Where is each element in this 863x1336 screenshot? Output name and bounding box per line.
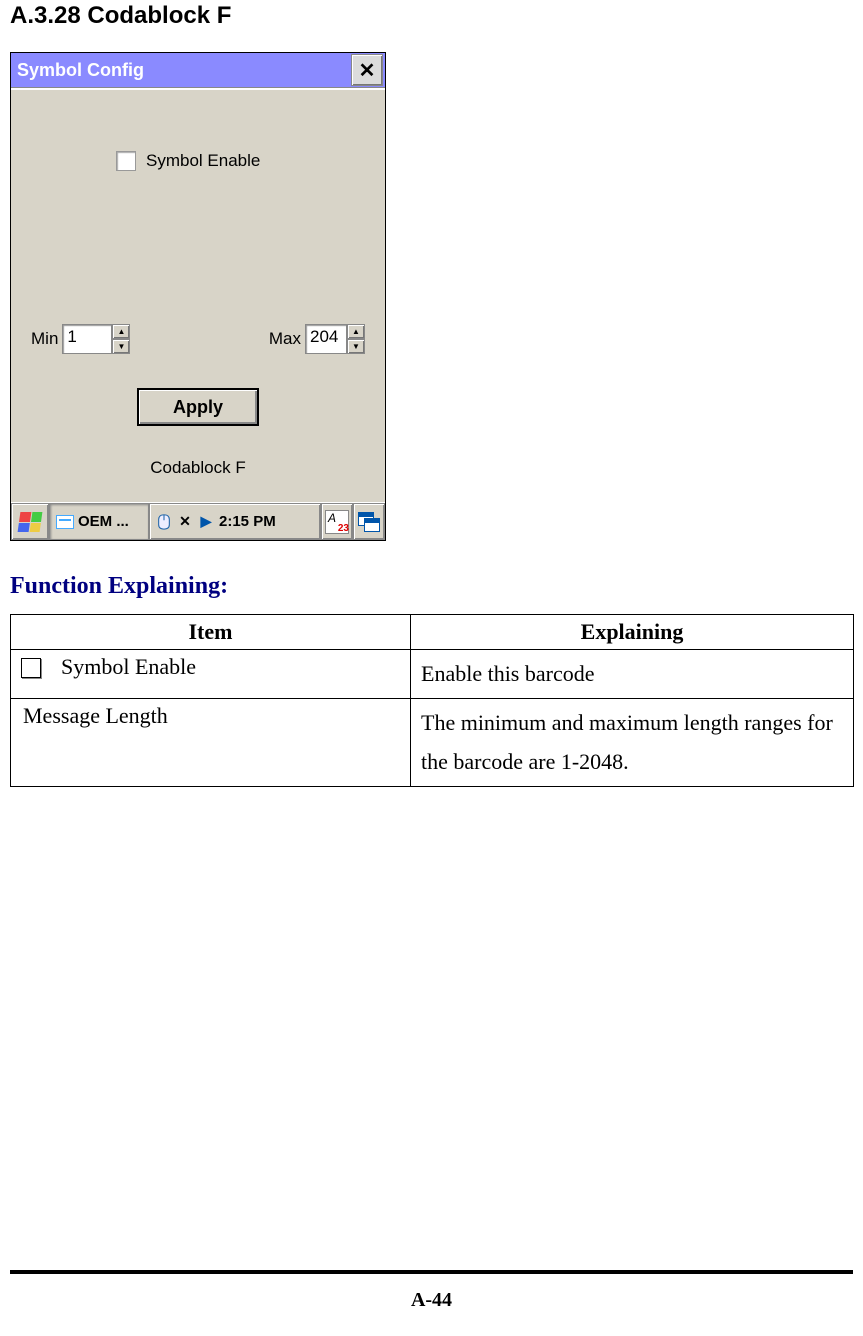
max-up-button[interactable]: ▲	[347, 324, 365, 339]
table-header-item: Item	[11, 615, 411, 650]
explain-table: Item Explaining Symbol Enable Enable thi…	[10, 614, 854, 787]
min-spinner-buttons: ▲ ▼	[112, 324, 130, 354]
min-input[interactable]: 1	[62, 324, 112, 354]
mouse-icon[interactable]	[156, 514, 172, 530]
max-input[interactable]: 204	[305, 324, 347, 354]
apply-button[interactable]: Apply	[137, 388, 259, 426]
chevron-down-icon: ▼	[117, 343, 125, 351]
footer-divider	[10, 1270, 853, 1274]
taskbar: OEM ... ✕ ▶ 2:15 PM A 23	[11, 502, 385, 540]
start-button[interactable]	[11, 503, 49, 540]
table-header-explaining: Explaining	[411, 615, 854, 650]
cascade-windows-icon	[358, 512, 380, 532]
page-number: A-44	[0, 1289, 863, 1312]
min-label: Min	[31, 329, 58, 349]
close-button[interactable]: ✕	[351, 54, 383, 86]
close-icon: ✕	[359, 58, 376, 83]
min-up-button[interactable]: ▲	[112, 324, 130, 339]
max-spinner-buttons: ▲ ▼	[347, 324, 365, 354]
symbology-type-label: Codablock F	[11, 458, 385, 478]
explaining-text: Enable this barcode	[411, 650, 854, 699]
table-row: Message Length The minimum and maximum l…	[11, 698, 854, 786]
chevron-down-icon: ▼	[352, 343, 360, 351]
min-group: Min 1 ▲ ▼	[31, 324, 130, 354]
minmax-row: Min 1 ▲ ▼ Max 204 ▲ ▼	[31, 324, 365, 354]
windows-logo-icon	[18, 512, 43, 532]
item-text: Symbol Enable	[61, 654, 196, 680]
window-title: Symbol Config	[11, 60, 144, 81]
symbol-enable-checkbox[interactable]	[116, 151, 136, 171]
checkbox-icon	[21, 658, 41, 678]
symbol-enable-label: Symbol Enable	[142, 150, 264, 172]
window-titlebar: Symbol Config ✕	[11, 53, 385, 88]
clock: 2:15 PM	[219, 513, 276, 530]
max-group: Max 204 ▲ ▼	[269, 324, 365, 354]
system-tray: ✕ ▶ 2:15 PM	[149, 503, 321, 540]
min-down-button[interactable]: ▼	[112, 339, 130, 354]
function-explaining-heading: Function Explaining:	[10, 573, 853, 600]
chevron-up-icon: ▲	[117, 328, 125, 336]
arrow-right-icon[interactable]: ▶	[198, 514, 214, 530]
app-icon	[56, 515, 74, 529]
section-heading: A.3.28 Codablock F	[10, 2, 853, 30]
max-down-button[interactable]: ▼	[347, 339, 365, 354]
keyboard-icon: A 23	[325, 510, 349, 534]
input-panel-button[interactable]: A 23	[321, 503, 353, 540]
taskbar-item-oem[interactable]: OEM ...	[49, 503, 149, 540]
max-label: Max	[269, 329, 301, 349]
min-spinner: 1 ▲ ▼	[62, 324, 130, 354]
connection-icon[interactable]: ✕	[177, 514, 193, 530]
table-row: Symbol Enable Enable this barcode	[11, 650, 854, 699]
symbol-enable-row: Symbol Enable	[116, 150, 264, 172]
desktop-button[interactable]	[353, 503, 385, 540]
screenshot-panel: Symbol Config ✕ Symbol Enable Min 1 ▲ ▼	[10, 52, 386, 541]
item-text: Message Length	[21, 703, 168, 728]
chevron-up-icon: ▲	[352, 328, 360, 336]
taskbar-item-label: OEM ...	[78, 513, 129, 530]
window-body: Symbol Enable Min 1 ▲ ▼ Max 204 ▲	[11, 88, 385, 502]
explaining-text: The minimum and maximum length ranges fo…	[411, 698, 854, 786]
max-spinner: 204 ▲ ▼	[305, 324, 365, 354]
